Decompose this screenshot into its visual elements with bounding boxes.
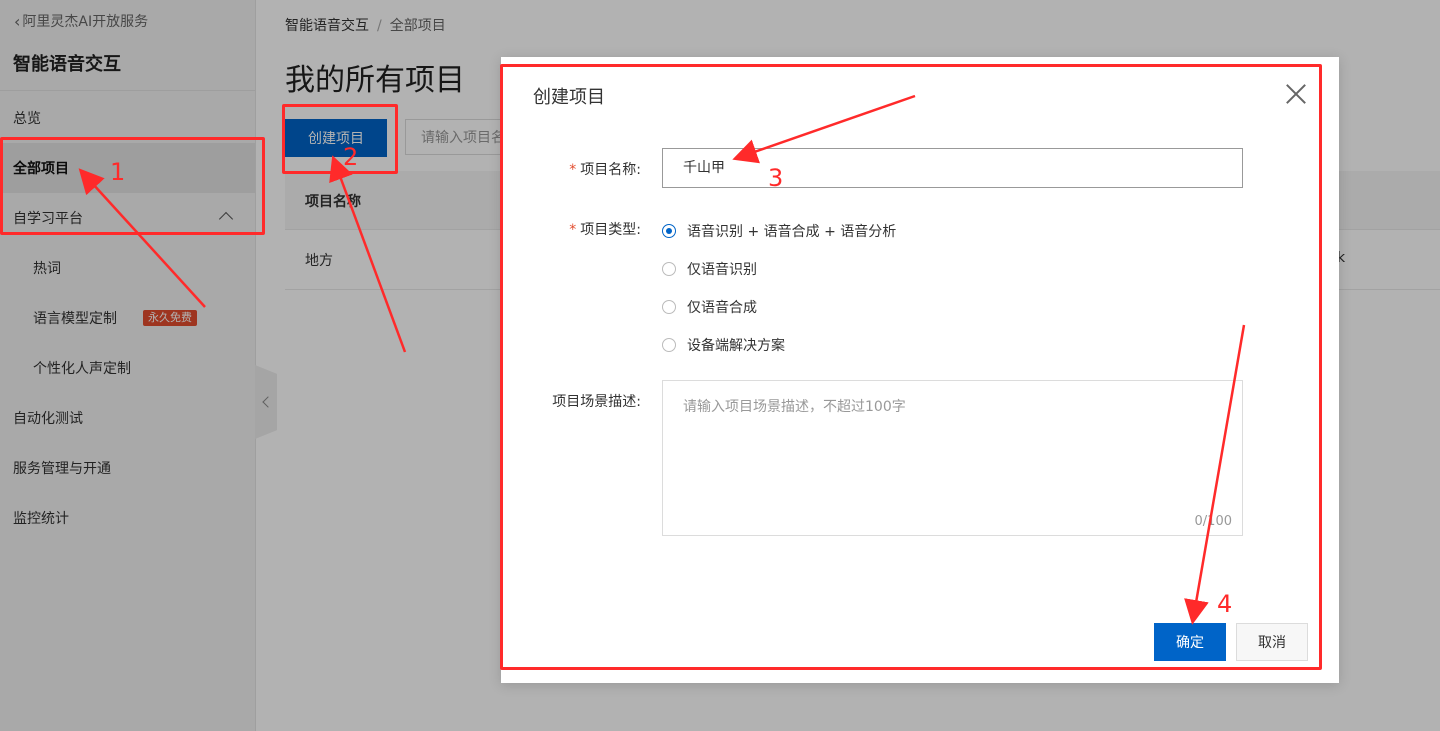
step-number-1: 1	[110, 158, 126, 186]
step-number-4: 4	[1217, 590, 1233, 618]
highlight-box-step-2	[282, 104, 398, 174]
step-number-2: 2	[343, 143, 359, 171]
highlight-box-step-1	[0, 137, 265, 235]
highlight-box-dialog	[500, 64, 1322, 670]
step-number-3: 3	[768, 164, 784, 192]
